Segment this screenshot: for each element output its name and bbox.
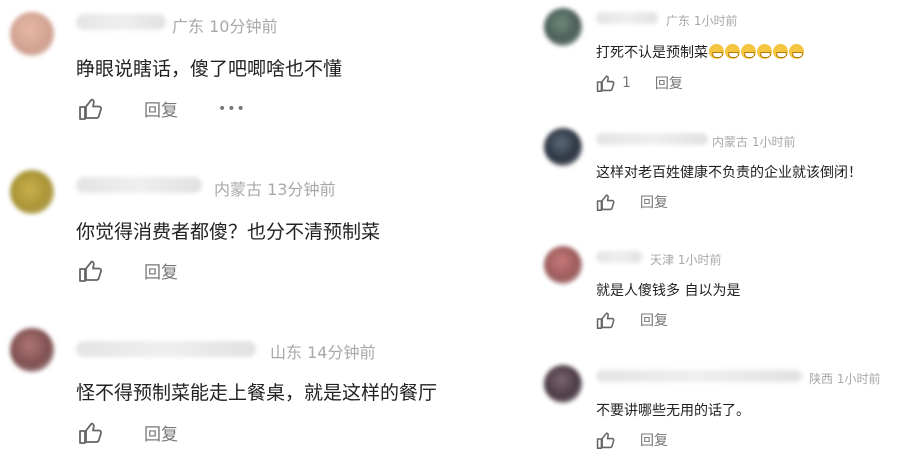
comment-location: 山东 xyxy=(270,343,303,362)
comment-time: 14分钟前 xyxy=(307,343,376,362)
comment-time: 1小时前 xyxy=(751,135,796,149)
comment-item: 陕西 1小时前 不要讲哪些无用的话了。 回复 xyxy=(530,355,910,471)
username-blurred[interactable] xyxy=(596,251,642,263)
comment-meta: 内蒙古 1小时前 xyxy=(712,133,795,150)
comment-location: 广东 xyxy=(172,17,205,36)
thumbs-up-icon[interactable] xyxy=(78,259,104,283)
comment-item: 内蒙古 13分钟前 你觉得消费者都傻？也分不清预制菜 回复 xyxy=(0,160,520,310)
thumbs-up-icon[interactable] xyxy=(596,74,616,93)
thumbs-up-icon[interactable] xyxy=(78,421,104,445)
username-blurred[interactable] xyxy=(76,177,202,193)
comment-time: 13分钟前 xyxy=(267,180,336,199)
reply-button[interactable]: 回复 xyxy=(144,258,178,283)
comment-actions: 回复 xyxy=(596,430,668,450)
reply-button[interactable]: 回复 xyxy=(144,96,178,121)
avatar[interactable] xyxy=(544,128,582,166)
comment-meta: 陕西 1小时前 xyxy=(809,370,880,387)
comment-item: 内蒙古 1小时前 这样对老百姓健康不负责的企业就该倒闭！ 回复 xyxy=(530,120,910,238)
comment-location: 内蒙古 xyxy=(214,180,263,199)
comment-meta: 山东 14分钟前 xyxy=(270,339,375,363)
avatar[interactable] xyxy=(10,12,54,56)
comment-text-content: 打死不认是预制菜 xyxy=(596,45,708,61)
username-blurred[interactable] xyxy=(596,370,802,382)
comment-text: 不要讲哪些无用的话了。 xyxy=(596,403,750,419)
grinning-face-emoji xyxy=(725,44,740,59)
comment-list-left: 广东 10分钟前 睁眼说瞎话，傻了吧唧啥也不懂 回复 ••• 内蒙古 13分钟前… xyxy=(0,0,520,471)
grinning-face-emoji xyxy=(773,44,788,59)
comment-time: 1小时前 xyxy=(836,372,881,386)
grinning-face-emoji xyxy=(709,44,724,59)
comment-meta: 广东 1小时前 xyxy=(666,12,737,29)
avatar[interactable] xyxy=(10,328,54,372)
username-blurred[interactable] xyxy=(596,12,658,24)
comment-actions: 回复 ••• xyxy=(78,96,246,121)
thumbs-up-icon[interactable] xyxy=(596,311,616,330)
comment-item: 广东 10分钟前 睁眼说瞎话，傻了吧唧啥也不懂 回复 ••• xyxy=(0,0,520,150)
more-icon[interactable]: ••• xyxy=(218,101,246,117)
reply-button[interactable]: 回复 xyxy=(655,73,683,93)
thumbs-up-icon[interactable] xyxy=(596,431,616,450)
comment-text: 怪不得预制菜能走上餐桌，就是这样的餐厅 xyxy=(76,382,438,404)
comment-actions: 回复 xyxy=(78,258,178,283)
avatar[interactable] xyxy=(544,246,582,284)
reply-button[interactable]: 回复 xyxy=(144,420,178,445)
comment-text: 这样对老百姓健康不负责的企业就该倒闭！ xyxy=(596,165,862,181)
grinning-face-emoji xyxy=(789,44,804,59)
comment-time: 10分钟前 xyxy=(209,17,278,36)
comment-location: 广东 xyxy=(666,14,691,28)
thumbs-up-icon[interactable] xyxy=(78,97,104,121)
username-blurred[interactable] xyxy=(76,14,166,30)
comment-item: 广东 1小时前 打死不认是预制菜 1 回复 xyxy=(530,0,910,115)
comment-item: 天津 1小时前 就是人傻钱多 自以为是 回复 xyxy=(530,240,910,352)
comment-item: 山东 14分钟前 怪不得预制菜能走上餐桌，就是这样的餐厅 回复 xyxy=(0,322,520,472)
comment-location: 陕西 xyxy=(809,372,834,386)
comment-location: 内蒙古 xyxy=(712,135,749,149)
comment-text: 你觉得消费者都傻？也分不清预制菜 xyxy=(76,221,381,243)
reply-button[interactable]: 回复 xyxy=(640,192,668,212)
grinning-face-emoji xyxy=(757,44,772,59)
comment-list-right: 广东 1小时前 打死不认是预制菜 1 回复 内蒙古 1小时前 这样对老百姓健康不… xyxy=(530,0,910,471)
comment-meta: 内蒙古 13分钟前 xyxy=(214,176,335,200)
comment-actions: 1 回复 xyxy=(596,73,683,93)
reply-button[interactable]: 回复 xyxy=(640,310,668,330)
comment-time: 1小时前 xyxy=(693,14,738,28)
comment-time: 1小时前 xyxy=(677,253,722,267)
comment-meta: 广东 10分钟前 xyxy=(172,13,277,37)
comment-meta: 天津 1小时前 xyxy=(650,251,721,268)
like-count: 1 xyxy=(622,75,631,91)
reply-button[interactable]: 回复 xyxy=(640,430,668,450)
username-blurred[interactable] xyxy=(76,341,256,357)
comment-text: 就是人傻钱多 自以为是 xyxy=(596,283,741,299)
avatar[interactable] xyxy=(544,8,582,46)
comment-text: 打死不认是预制菜 xyxy=(596,42,804,62)
comment-actions: 回复 xyxy=(596,192,668,212)
thumbs-up-icon[interactable] xyxy=(596,193,616,212)
avatar[interactable] xyxy=(10,170,54,214)
comment-actions: 回复 xyxy=(78,420,178,445)
comment-actions: 回复 xyxy=(596,310,668,330)
comment-location: 天津 xyxy=(650,253,675,267)
username-blurred[interactable] xyxy=(596,133,708,145)
comment-text: 睁眼说瞎话，傻了吧唧啥也不懂 xyxy=(76,58,343,80)
grinning-face-emoji xyxy=(741,44,756,59)
avatar[interactable] xyxy=(544,365,582,403)
